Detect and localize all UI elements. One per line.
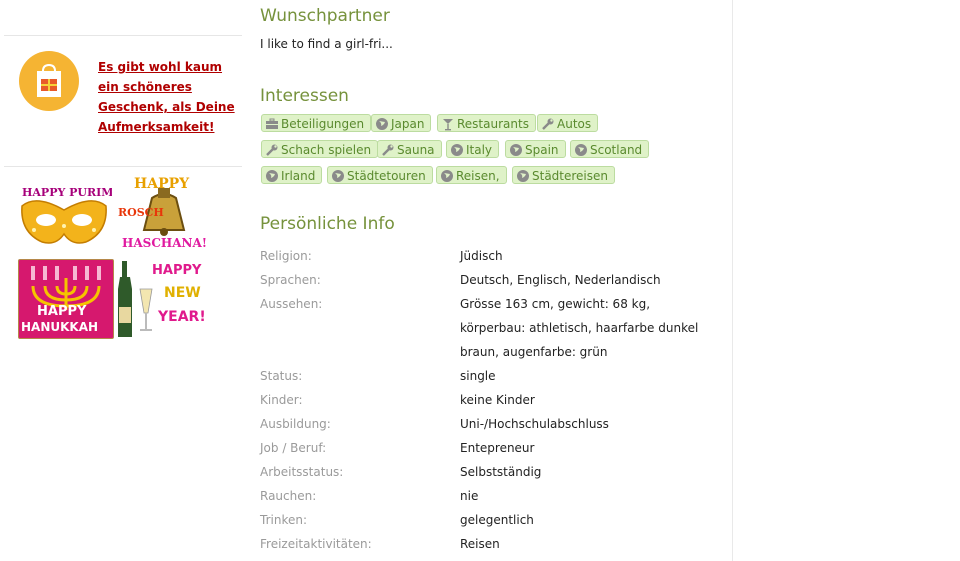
- info-label-aussehen: Aussehen:: [260, 297, 323, 311]
- interest-tag-label: Städtereisen: [532, 169, 609, 183]
- info-label-trinken: Trinken:: [260, 513, 307, 527]
- interest-tag[interactable]: Spain: [505, 140, 566, 158]
- info-value-ausbildung: Uni-/Hochschulabschluss: [460, 417, 609, 431]
- greeting-text: ROSCH: [118, 206, 164, 219]
- gift-icon[interactable]: [19, 51, 79, 111]
- interest-tag[interactable]: Städtetouren: [327, 166, 433, 184]
- interest-tag[interactable]: Restaurants: [437, 114, 536, 132]
- greeting-text: HANUKKAH: [21, 320, 99, 334]
- interest-tag-label: Italy: [466, 143, 493, 157]
- greeting-text: HAPPY PURIM: [22, 186, 112, 199]
- sidebar-divider: [4, 166, 242, 167]
- section-title-persoenliche-info: Persönliche Info: [260, 214, 395, 234]
- info-value-kinder: keine Kinder: [460, 393, 535, 407]
- globe-icon: [265, 169, 279, 183]
- greeting-text: NEW: [164, 285, 201, 301]
- info-value-status: single: [460, 369, 496, 383]
- interest-tag[interactable]: Städtereisen: [512, 166, 616, 184]
- info-value-trinken: gelegentlich: [460, 513, 534, 527]
- globe-icon: [574, 143, 588, 157]
- wunschpartner-text: I like to find a girl-fri...: [260, 37, 393, 51]
- sidebar-divider: [4, 35, 242, 36]
- greeting-text: HASCHANA!: [122, 236, 208, 250]
- wrench-icon: [265, 143, 279, 157]
- info-label-rauchen: Rauchen:: [260, 489, 317, 503]
- interest-tag-label: Städtetouren: [347, 169, 426, 183]
- info-value-rauchen: nie: [460, 489, 479, 503]
- gift-promo-link[interactable]: Es gibt wohl kaum ein schöneres Geschenk…: [98, 57, 238, 137]
- interest-tag[interactable]: Irland: [261, 166, 323, 184]
- interest-tag[interactable]: Scotland: [570, 140, 650, 158]
- interest-tag-label: Sauna: [397, 143, 435, 157]
- globe-icon: [509, 143, 523, 157]
- greeting-text: HAPPY: [152, 263, 202, 278]
- greeting-happy-new-year[interactable]: HAPPY NEW YEAR!: [116, 259, 212, 339]
- interest-tag-label: Japan: [391, 117, 425, 131]
- info-value-aussehen: Grösse 163 cm, gewicht: 68 kg, körperbau…: [460, 297, 699, 359]
- interest-tag[interactable]: Japan: [371, 114, 432, 132]
- interest-tag[interactable]: Schach spielen: [261, 140, 379, 158]
- info-label-status: Status:: [260, 369, 303, 383]
- info-value-freizeit: Reisen: [460, 537, 500, 551]
- interest-tag-label: Reisen,: [456, 169, 500, 183]
- greeting-text: HAPPY: [134, 176, 190, 192]
- greeting-text: YEAR!: [158, 309, 206, 325]
- interest-tag[interactable]: Beteiligungen: [261, 114, 372, 132]
- interest-tag-label: Beteiligungen: [281, 117, 365, 131]
- info-label-sprachen: Sprachen:: [260, 273, 321, 287]
- interest-tag[interactable]: Autos: [537, 114, 599, 132]
- interest-tag-label: Scotland: [590, 143, 643, 157]
- sidebar: Es gibt wohl kaum ein schöneres Geschenk…: [4, 0, 242, 561]
- info-label-religion: Religion:: [260, 249, 312, 263]
- briefcase-icon: [265, 117, 279, 131]
- info-label-kinder: Kinder:: [260, 393, 303, 407]
- interest-tag[interactable]: Sauna: [377, 140, 442, 158]
- section-title-wunschpartner: Wunschpartner: [260, 6, 390, 26]
- info-value-sprachen: Deutsch, Englisch, Nederlandisch: [460, 273, 661, 287]
- interest-tag[interactable]: Italy: [446, 140, 500, 158]
- section-title-interessen: Interessen: [260, 86, 349, 106]
- wrench-icon: [381, 143, 395, 157]
- globe-icon: [440, 169, 454, 183]
- greeting-rosch-haschana[interactable]: HAPPY ROSCH HASCHANA!: [116, 174, 212, 254]
- wrench-icon: [541, 117, 555, 131]
- info-label-arbeitsstatus: Arbeitsstatus:: [260, 465, 344, 479]
- globe-icon: [331, 169, 345, 183]
- interest-tag[interactable]: Reisen,: [436, 166, 507, 184]
- greeting-happy-purim[interactable]: HAPPY PURIM: [16, 180, 112, 252]
- info-value-religion: Jüdisch: [460, 249, 503, 263]
- interest-tag-label: Schach spielen: [281, 143, 372, 157]
- content-divider: [732, 0, 733, 561]
- info-label-ausbildung: Ausbildung:: [260, 417, 331, 431]
- interest-tag-label: Restaurants: [457, 117, 529, 131]
- info-value-arbeitsstatus: Selbstständig: [460, 465, 542, 479]
- greeting-text: HAPPY: [37, 304, 87, 319]
- globe-icon: [516, 169, 530, 183]
- interest-tag-label: Autos: [557, 117, 592, 131]
- globe-icon: [450, 143, 464, 157]
- greeting-happy-hanukkah[interactable]: HAPPY HANUKKAH: [18, 259, 114, 339]
- info-label-job: Job / Beruf:: [260, 441, 327, 455]
- interest-tag-label: Spain: [525, 143, 559, 157]
- globe-icon: [375, 117, 389, 131]
- interest-tag-label: Irland: [281, 169, 316, 183]
- info-value-job: Entepreneur: [460, 441, 535, 455]
- cocktail-icon: [441, 117, 455, 131]
- info-label-freizeit: Freizeitaktivitäten:: [260, 537, 372, 551]
